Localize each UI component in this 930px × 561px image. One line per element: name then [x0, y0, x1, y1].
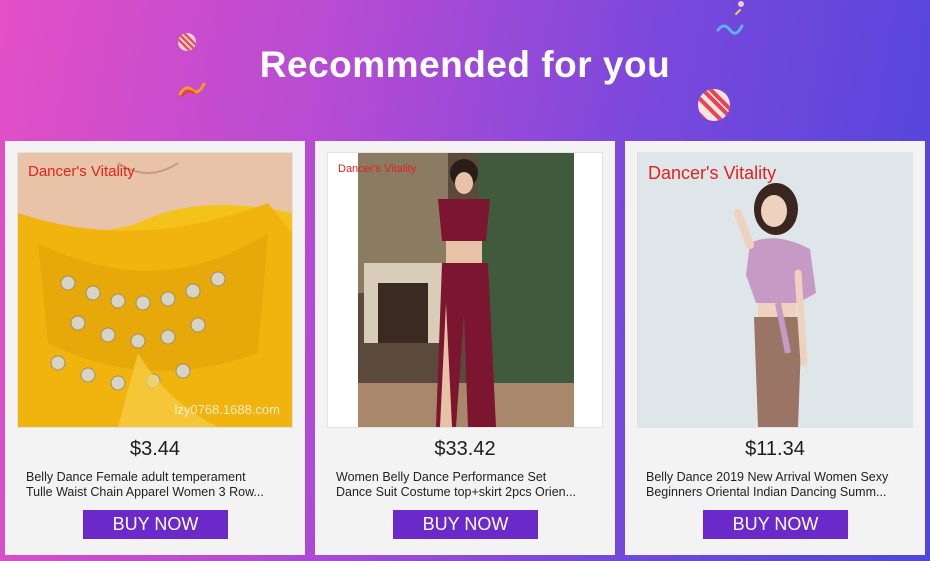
product-name-line2: Beginners Oriental Indian Dancing Summ..… [646, 485, 887, 499]
product-name-line2: Tulle Waist Chain Apparel Women 3 Row... [26, 485, 264, 499]
product-name[interactable]: Women Belly Dance Performance Set Dance … [336, 470, 594, 500]
product-name-line1: Belly Dance 2019 New Arrival Women Sexy [646, 470, 889, 484]
product-photo [18, 153, 292, 427]
product-name-line1: Women Belly Dance Performance Set [336, 470, 547, 484]
brand-label: Dancer's Vitality [648, 163, 777, 183]
striped-ball-icon [698, 89, 730, 121]
brand-label: Dancer's Vitality [28, 163, 135, 180]
product-photo [638, 153, 912, 427]
brand-label: Dancer's Vitality [338, 163, 417, 175]
buy-now-button[interactable]: BUY NOW [83, 510, 228, 539]
product-name[interactable]: Belly Dance 2019 New Arrival Women Sexy … [646, 470, 904, 500]
product-price: $33.42 [434, 438, 496, 460]
product-name-line1: Belly Dance Female adult temperament [26, 470, 246, 484]
product-image[interactable]: Dancer's Vitality [327, 152, 603, 428]
product-photo [328, 153, 602, 427]
product-price: $3.44 [129, 438, 181, 460]
buy-now-button[interactable]: BUY NOW [393, 510, 538, 539]
watermark: lzy0768.1688.com [174, 402, 280, 417]
product-image[interactable]: Dancer's Vitality [637, 152, 913, 428]
product-name[interactable]: Belly Dance Female adult temperament Tul… [26, 470, 284, 500]
page-title: Recommended for you [259, 44, 671, 85]
product-card[interactable]: Dancer's Vitality $11.34 Belly Dance 201… [625, 141, 925, 555]
product-price: $11.34 [745, 438, 805, 460]
squiggle-icon [716, 1, 744, 35]
product-image[interactable]: Dancer's Vitality lzy0768.1688.com [17, 152, 293, 428]
product-name-line2: Dance Suit Costume top+skirt 2pcs Orien.… [336, 485, 577, 499]
product-card[interactable]: Dancer's Vitality lzy0768.1688.com $3.44… [5, 141, 305, 555]
buy-now-button[interactable]: BUY NOW [703, 510, 848, 539]
product-card[interactable]: Dancer's Vitality $33.42 Women Belly Dan… [315, 141, 615, 555]
